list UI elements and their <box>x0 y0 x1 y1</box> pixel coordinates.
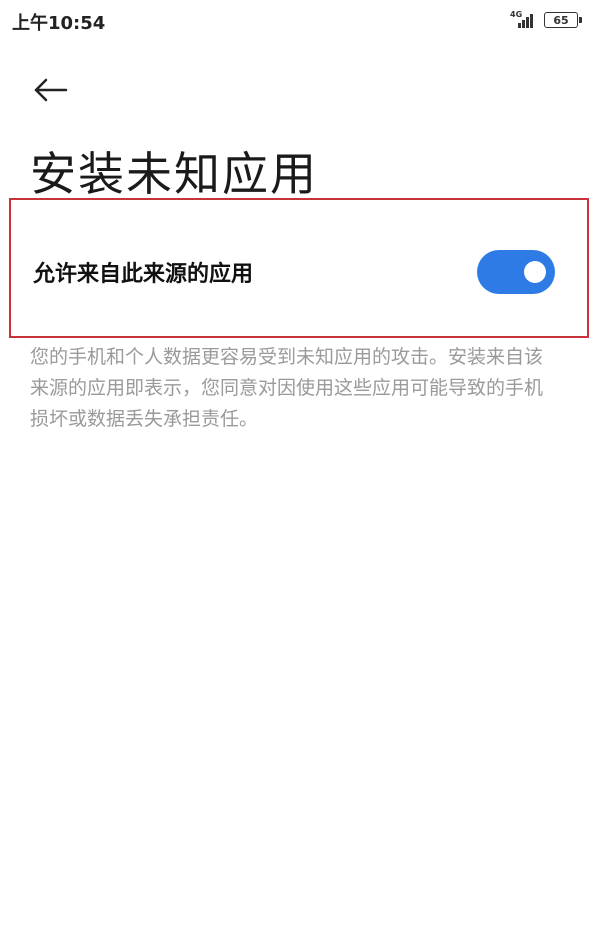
back-arrow-icon <box>34 78 68 102</box>
battery-icon: 65 <box>544 12 582 28</box>
allow-source-setting-row[interactable]: 允许来自此来源的应用 <box>9 198 589 338</box>
security-warning-text: 您的手机和个人数据更容易受到未知应用的攻击。安装来自该来源的应用即表示，您同意对… <box>30 346 544 430</box>
status-bar: 上午10:54 4G 65 <box>0 0 600 44</box>
battery-level: 65 <box>553 13 569 27</box>
allow-source-label: 允许来自此来源的应用 <box>33 262 254 287</box>
network-type: 4G <box>510 10 523 19</box>
page-title: 安装未知应用 <box>30 147 318 201</box>
toggle-knob <box>524 261 546 283</box>
back-button[interactable] <box>26 70 76 110</box>
status-icons: 4G 65 <box>510 10 582 28</box>
status-time: 上午10:54 <box>12 13 106 34</box>
allow-source-toggle[interactable] <box>477 250 555 294</box>
signal-icon: 4G <box>510 10 536 28</box>
